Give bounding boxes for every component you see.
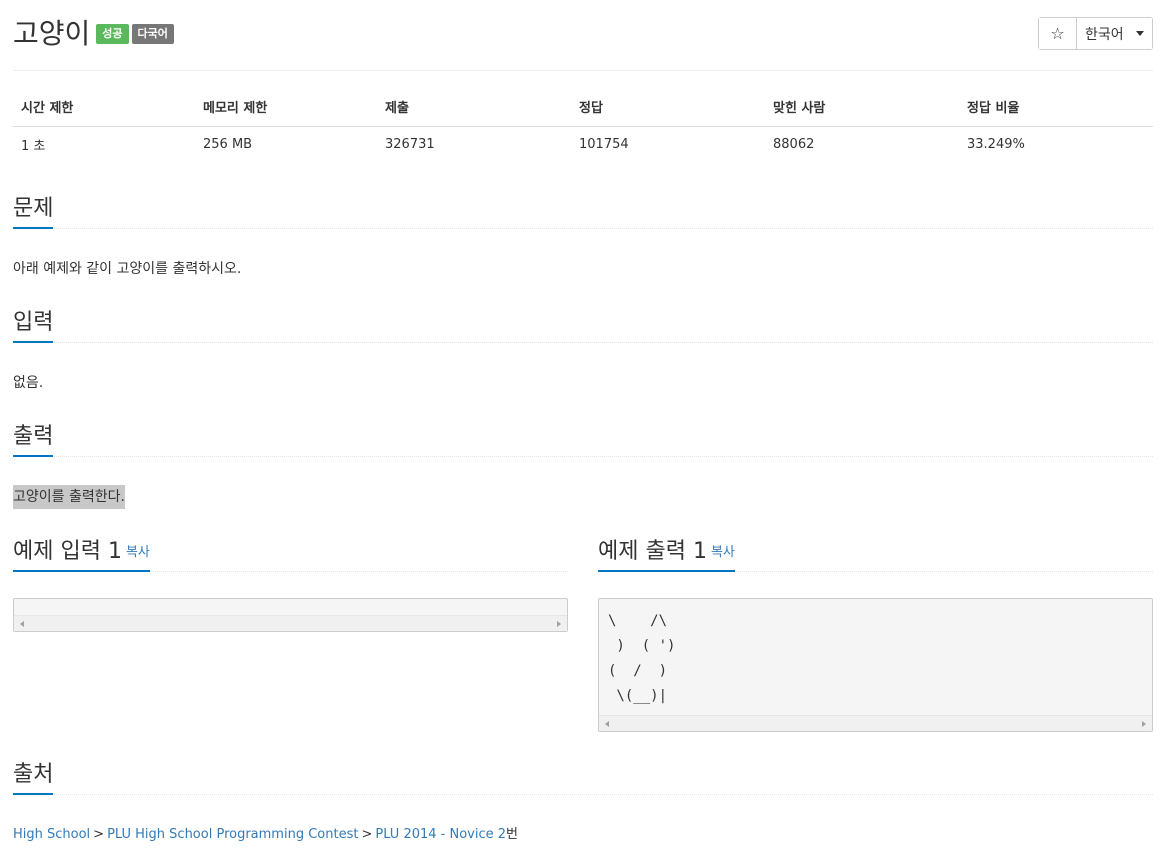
sample-output-content: \ /\ ) ( ') ( / ) \(__)| <box>608 613 676 704</box>
source-link-plu-2014[interactable]: PLU 2014 - Novice 2 <box>375 827 506 842</box>
section-heading-text: 예제 출력 1 <box>598 539 707 564</box>
section-heading: 출력 <box>13 420 54 457</box>
problem-description: 아래 예제와 같이 고양이를 출력하시오. <box>13 261 242 277</box>
value-memory-limit: 256 MB <box>203 136 253 152</box>
section-heading: 입력 <box>13 306 54 343</box>
section-heading-text: 출처 <box>13 762 54 787</box>
copy-input-button[interactable]: 복사 <box>126 545 150 560</box>
headline: 문제 <box>13 192 1153 229</box>
page-title: 고양이 <box>13 17 91 50</box>
status-badge-multilang: 다국어 <box>131 24 174 44</box>
header-memory-limit: 메모리 제한 <box>195 88 377 127</box>
section-heading-text: 출력 <box>13 424 54 449</box>
section-heading: 예제 출력 1 복사 <box>598 535 735 572</box>
chevron-down-icon <box>1136 31 1144 36</box>
header-time-limit: 시간 제한 <box>13 88 195 127</box>
headline: 출처 <box>13 758 1153 795</box>
headline: 예제 입력 1 복사 <box>13 535 568 572</box>
section-source: 출처 <box>13 758 1153 795</box>
horizontal-scrollbar[interactable] <box>14 615 567 631</box>
chevron-left-icon[interactable] <box>20 621 24 627</box>
headline: 입력 <box>13 306 1153 343</box>
output-description-wrap: 고양이를 출력한다. <box>13 485 1153 509</box>
section-heading: 출처 <box>13 758 54 795</box>
language-dropdown[interactable]: 한국어 <box>1077 18 1152 49</box>
value-time-limit: 1 초 <box>21 138 46 154</box>
section-heading: 예제 입력 1 복사 <box>13 535 150 572</box>
section-output: 출력 고양이를 출력한다. <box>13 420 1153 509</box>
breadcrumb-separator: > <box>93 827 105 842</box>
problem-page: 고양이 성공 다국어 ☆ 한국어 시간 제한 메모리 제한 제출 정답 맞힌 사… <box>0 0 1167 848</box>
section-description: 문제 아래 예제와 같이 고양이를 출력하시오. <box>13 192 1153 279</box>
header-submissions: 제출 <box>377 88 571 127</box>
favorite-button[interactable]: ☆ <box>1039 18 1077 49</box>
horizontal-scrollbar[interactable] <box>599 715 1152 731</box>
source-suffix: 번 <box>506 827 518 842</box>
header-button-group: ☆ 한국어 <box>1038 17 1153 50</box>
input-description: 없음. <box>13 375 44 391</box>
sample-input: 예제 입력 1 복사 <box>13 535 568 632</box>
header-solvers: 맞힌 사람 <box>765 88 959 127</box>
section-heading-text: 예제 입력 1 <box>13 539 122 564</box>
sample-input-box <box>13 598 568 632</box>
header-accept-ratio: 정답 비율 <box>959 88 1153 127</box>
problem-info-table: 시간 제한 메모리 제한 제출 정답 맞힌 사람 정답 비율 1 초 256 M… <box>13 88 1153 162</box>
star-icon: ☆ <box>1050 24 1065 43</box>
problem-header: 고양이 성공 다국어 ☆ 한국어 <box>13 14 1153 71</box>
chevron-right-icon[interactable] <box>557 621 561 627</box>
language-label: 한국어 <box>1085 26 1124 43</box>
headline: 예제 출력 1 복사 <box>598 535 1153 572</box>
section-heading-text: 문제 <box>13 196 54 221</box>
section-heading-text: 입력 <box>13 310 54 335</box>
section-input: 입력 없음. <box>13 306 1153 393</box>
sample-input-content <box>14 599 567 615</box>
value-accept-ratio: 33.249% <box>967 136 1025 152</box>
sample-output: 예제 출력 1 복사 \ /\ ) ( ') ( / ) \(__)| <box>598 535 1153 732</box>
chevron-right-icon[interactable] <box>1142 721 1146 727</box>
status-badge-success: 성공 <box>96 24 129 44</box>
value-submissions: 326731 <box>385 136 435 152</box>
value-solvers: 88062 <box>773 136 815 152</box>
breadcrumb-separator: > <box>361 827 373 842</box>
copy-output-button[interactable]: 복사 <box>711 545 735 560</box>
title-wrap: 고양이 성공 다국어 <box>13 14 174 54</box>
headline: 출력 <box>13 420 1153 457</box>
source-link-high-school[interactable]: High School <box>13 827 90 842</box>
header-accepted: 정답 <box>571 88 765 127</box>
chevron-left-icon[interactable] <box>605 721 609 727</box>
source-link-contest[interactable]: PLU High School Programming Contest <box>107 827 358 842</box>
table-row: 1 초 256 MB 326731 101754 88062 33.249% <box>13 126 1153 162</box>
table-header-row: 시간 제한 메모리 제한 제출 정답 맞힌 사람 정답 비율 <box>13 88 1153 127</box>
section-heading: 문제 <box>13 192 54 229</box>
sample-output-box: \ /\ ) ( ') ( / ) \(__)| <box>598 598 1153 732</box>
output-description: 고양이를 출력한다. <box>13 485 125 509</box>
value-accepted: 101754 <box>579 136 629 152</box>
source-breadcrumb: High School > PLU High School Programming … <box>13 823 518 842</box>
